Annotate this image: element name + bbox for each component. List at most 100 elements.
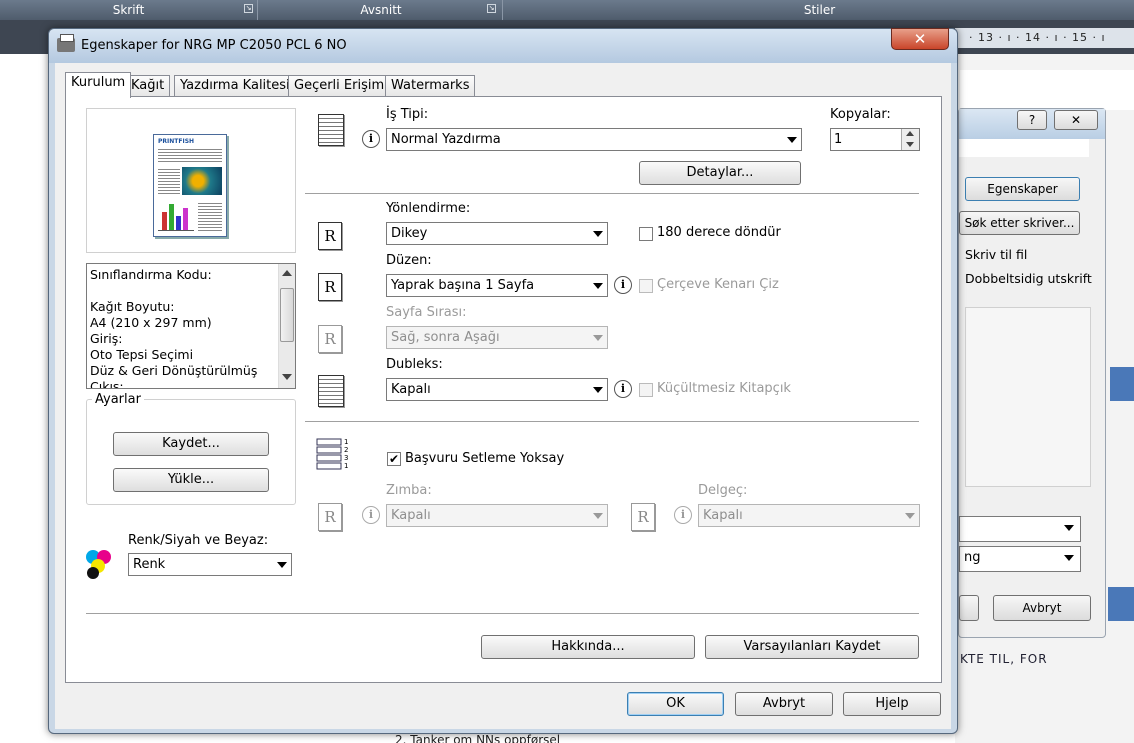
tab-print-quality[interactable]: Yazdırma Kalitesi: [174, 75, 296, 97]
list-item: Düz & Geri Dönüştürülmüş: [90, 363, 258, 378]
stepper-down-icon[interactable]: [906, 142, 914, 147]
scroll-down-icon[interactable]: [282, 374, 292, 380]
help-button[interactable]: Hjelp: [843, 692, 941, 716]
layout-select[interactable]: Yaprak başına 1 Sayfa: [386, 274, 608, 297]
chevron-down-icon: [593, 335, 603, 341]
about-button[interactable]: Hakkında...: [481, 635, 695, 659]
chevron-down-icon: [277, 562, 287, 568]
background-ok-button[interactable]: [959, 595, 979, 621]
dialog-title: Egenskaper for NRG MP C2050 PCL 6 NO: [81, 38, 347, 53]
cancel-button-label: Avbryt: [762, 696, 806, 711]
punch-select[interactable]: Kapalı: [386, 504, 608, 527]
settings-group-title: Ayarlar: [92, 392, 144, 407]
print-to-file-checkbox[interactable]: Skriv til fil: [965, 247, 1027, 262]
orientation-icon: R: [318, 222, 342, 250]
font-launcher-icon[interactable]: ↘: [244, 4, 253, 13]
copies-stepper[interactable]: 1: [830, 128, 920, 151]
booklet-checkbox[interactable]: [639, 383, 653, 397]
preview-footer-lines: [198, 201, 222, 231]
separator: [305, 193, 919, 194]
print-dialog-panel: [965, 307, 1091, 487]
preview-page: PRINTFISH: [153, 134, 227, 237]
orientation-value: Dikey: [391, 226, 428, 241]
info-icon[interactable]: i: [362, 130, 380, 148]
save-settings-button[interactable]: Kaydet...: [113, 432, 269, 456]
background-combo-2[interactable]: ng: [959, 546, 1081, 572]
ruler: · 13 · ı · 14 · ı · 15 · ı: [955, 28, 1134, 48]
tab-setup[interactable]: Kurulum: [65, 72, 132, 98]
preview-column-lines: [158, 167, 180, 195]
save-defaults-button[interactable]: Varsayılanları Kaydet: [705, 635, 919, 659]
staple-value: Kapalı: [703, 508, 743, 523]
ribbon-group-paragraph: Avsnitt: [260, 0, 503, 20]
document-text-2: 2. Tanker om NNs oppførsel: [395, 733, 561, 743]
duplex-select[interactable]: Kapalı: [386, 378, 608, 401]
info-icon[interactable]: i: [614, 276, 632, 294]
draw-border-checkbox[interactable]: [639, 279, 653, 293]
rotate-180-label: 180 derece döndür: [657, 225, 781, 240]
job-type-select[interactable]: Normal Yazdırma: [386, 128, 802, 151]
stepper-buttons[interactable]: [901, 129, 919, 150]
rotate-180-checkbox[interactable]: [639, 227, 653, 241]
close-button[interactable]: ✕: [891, 28, 949, 50]
document-text: KTE TIL, FOR: [960, 652, 1048, 666]
background-combo-1[interactable]: [959, 516, 1081, 542]
list-scrollbar[interactable]: [278, 264, 295, 388]
preview-text-lines: [158, 147, 222, 163]
properties-button-label: Egenskaper: [987, 182, 1058, 196]
info-listbox[interactable]: Sınıflandırma Kodu: Kağıt Boyutu: A4 (21…: [86, 263, 296, 389]
tab-access[interactable]: Geçerli Erişim: [288, 75, 391, 97]
ok-button[interactable]: OK: [627, 692, 724, 716]
info-icon[interactable]: i: [362, 506, 380, 524]
duplex-checkbox[interactable]: Dobbeltsidig utskrift: [965, 271, 1092, 286]
load-settings-button[interactable]: Yükle...: [113, 468, 269, 492]
ribbon-group-paragraph-label: Avsnitt: [360, 3, 402, 17]
orientation-label: Yönlendirme:: [386, 201, 471, 216]
color-mode-select[interactable]: Renk: [128, 553, 292, 576]
page-order-select[interactable]: Sağ, sonra Aşağı: [386, 326, 608, 349]
list-item: Oto Tepsi Seçimi: [90, 347, 194, 362]
printer-icon: [57, 34, 75, 52]
scroll-up-icon[interactable]: [282, 270, 292, 276]
page-order-label: Sayfa Sırası:: [386, 305, 467, 320]
tab-paper[interactable]: Kağıt: [125, 75, 171, 97]
punch-icon: R: [318, 503, 342, 531]
duplex-label: Dobbeltsidig utskrift: [965, 271, 1092, 286]
about-button-label: Hakkında...: [551, 639, 625, 654]
collate-checkbox[interactable]: ✔: [387, 452, 401, 466]
info-icon[interactable]: i: [614, 380, 632, 398]
collate-label: Başvuru Setleme Yoksay: [405, 451, 565, 466]
page-order-icon: R: [318, 325, 342, 353]
chevron-down-icon: [787, 137, 797, 143]
orientation-select[interactable]: Dikey: [386, 222, 608, 245]
list-item: Sınıflandırma Kodu:: [90, 267, 212, 282]
tab-watermarks[interactable]: Watermarks: [385, 75, 476, 97]
paragraph-launcher-icon[interactable]: ↘: [487, 4, 496, 13]
page-order-value: Sağ, sonra Aşağı: [391, 330, 500, 345]
find-printer-button[interactable]: Søk etter skriver...: [959, 211, 1080, 235]
close-icon[interactable]: ✕: [1054, 110, 1098, 130]
details-button[interactable]: Detaylar...: [639, 161, 801, 185]
list-item: Çıkış:: [90, 379, 124, 389]
svg-text:3: 3: [344, 454, 348, 462]
tab-setup-label: Kurulum: [71, 75, 126, 90]
background-combo-2-value: ng: [964, 550, 981, 565]
properties-button[interactable]: Egenskaper: [965, 177, 1080, 201]
color-mode-icon: [86, 550, 111, 579]
ribbon-group-font: Skrift: [0, 0, 258, 20]
preview-bar-chart: [158, 201, 194, 231]
copies-label: Kopyalar:: [830, 107, 891, 122]
help-icon[interactable]: ?: [1017, 110, 1047, 130]
ruler-text: · 13 · ı · 14 · ı · 15 · ı: [969, 31, 1106, 44]
cancel-button[interactable]: Avbryt: [735, 692, 833, 716]
stepper-up-icon[interactable]: [906, 131, 914, 136]
svg-text:1: 1: [344, 462, 348, 470]
scroll-thumb[interactable]: [280, 288, 294, 342]
background-cancel-button[interactable]: Avbryt: [993, 595, 1091, 621]
info-icon[interactable]: i: [674, 506, 692, 524]
chevron-down-icon: [593, 387, 603, 393]
collate-icon: 1 2 3 1: [316, 438, 348, 470]
chevron-down-icon: [905, 513, 915, 519]
blue-strip-1: [1110, 367, 1134, 401]
staple-select[interactable]: Kapalı: [698, 504, 920, 527]
